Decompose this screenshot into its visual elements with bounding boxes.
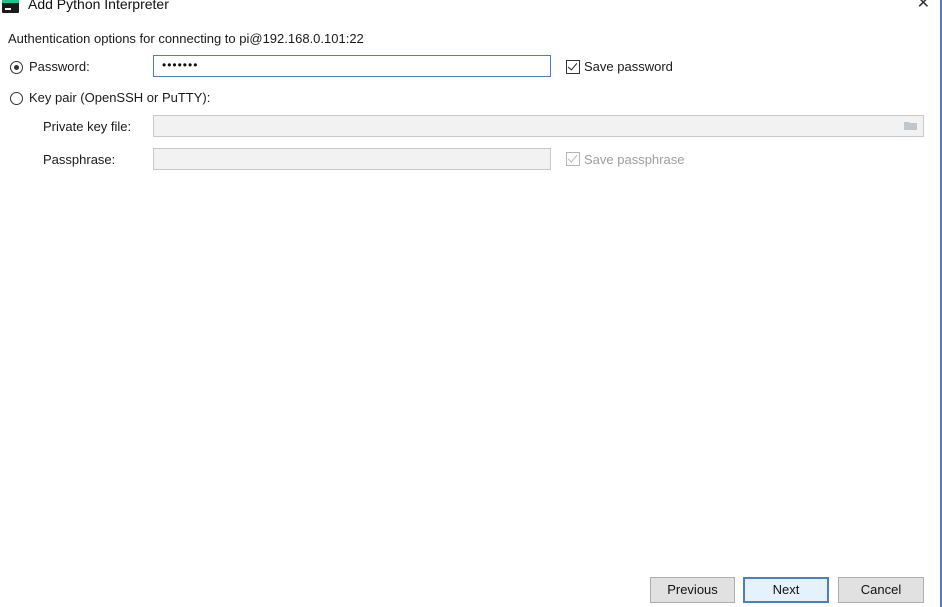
password-radio[interactable] [10,61,23,74]
save-passphrase-label: Save passphrase [584,152,685,167]
passphrase-label: Passphrase: [43,152,116,167]
window-title: Add Python Interpreter [28,0,169,12]
next-button[interactable]: Next [743,577,829,603]
dialog-content: Authentication options for connecting to… [0,22,942,607]
folder-icon [904,122,917,130]
passphrase-field [153,148,551,170]
save-password-checkbox[interactable] [566,60,580,74]
password-option-label[interactable]: Password: [29,59,90,74]
title-bar: Add Python Interpreter ✕ [0,0,942,22]
previous-button[interactable]: Previous [650,577,735,603]
save-passphrase-checkbox [566,152,580,166]
close-icon[interactable]: ✕ [917,0,930,14]
password-field[interactable]: ••••••• [153,55,551,77]
password-value: ••••••• [162,58,199,72]
checkmark-icon [567,60,578,71]
checkmark-icon [567,152,578,163]
private-key-label: Private key file: [43,119,132,134]
keypair-radio[interactable] [10,92,23,105]
pycharm-icon [2,0,19,13]
save-password-label[interactable]: Save password [584,59,673,74]
private-key-field [153,115,924,137]
keypair-option-label[interactable]: Key pair (OpenSSH or PuTTY): [29,90,210,105]
auth-heading: Authentication options for connecting to… [8,31,364,46]
cancel-button[interactable]: Cancel [838,577,924,603]
